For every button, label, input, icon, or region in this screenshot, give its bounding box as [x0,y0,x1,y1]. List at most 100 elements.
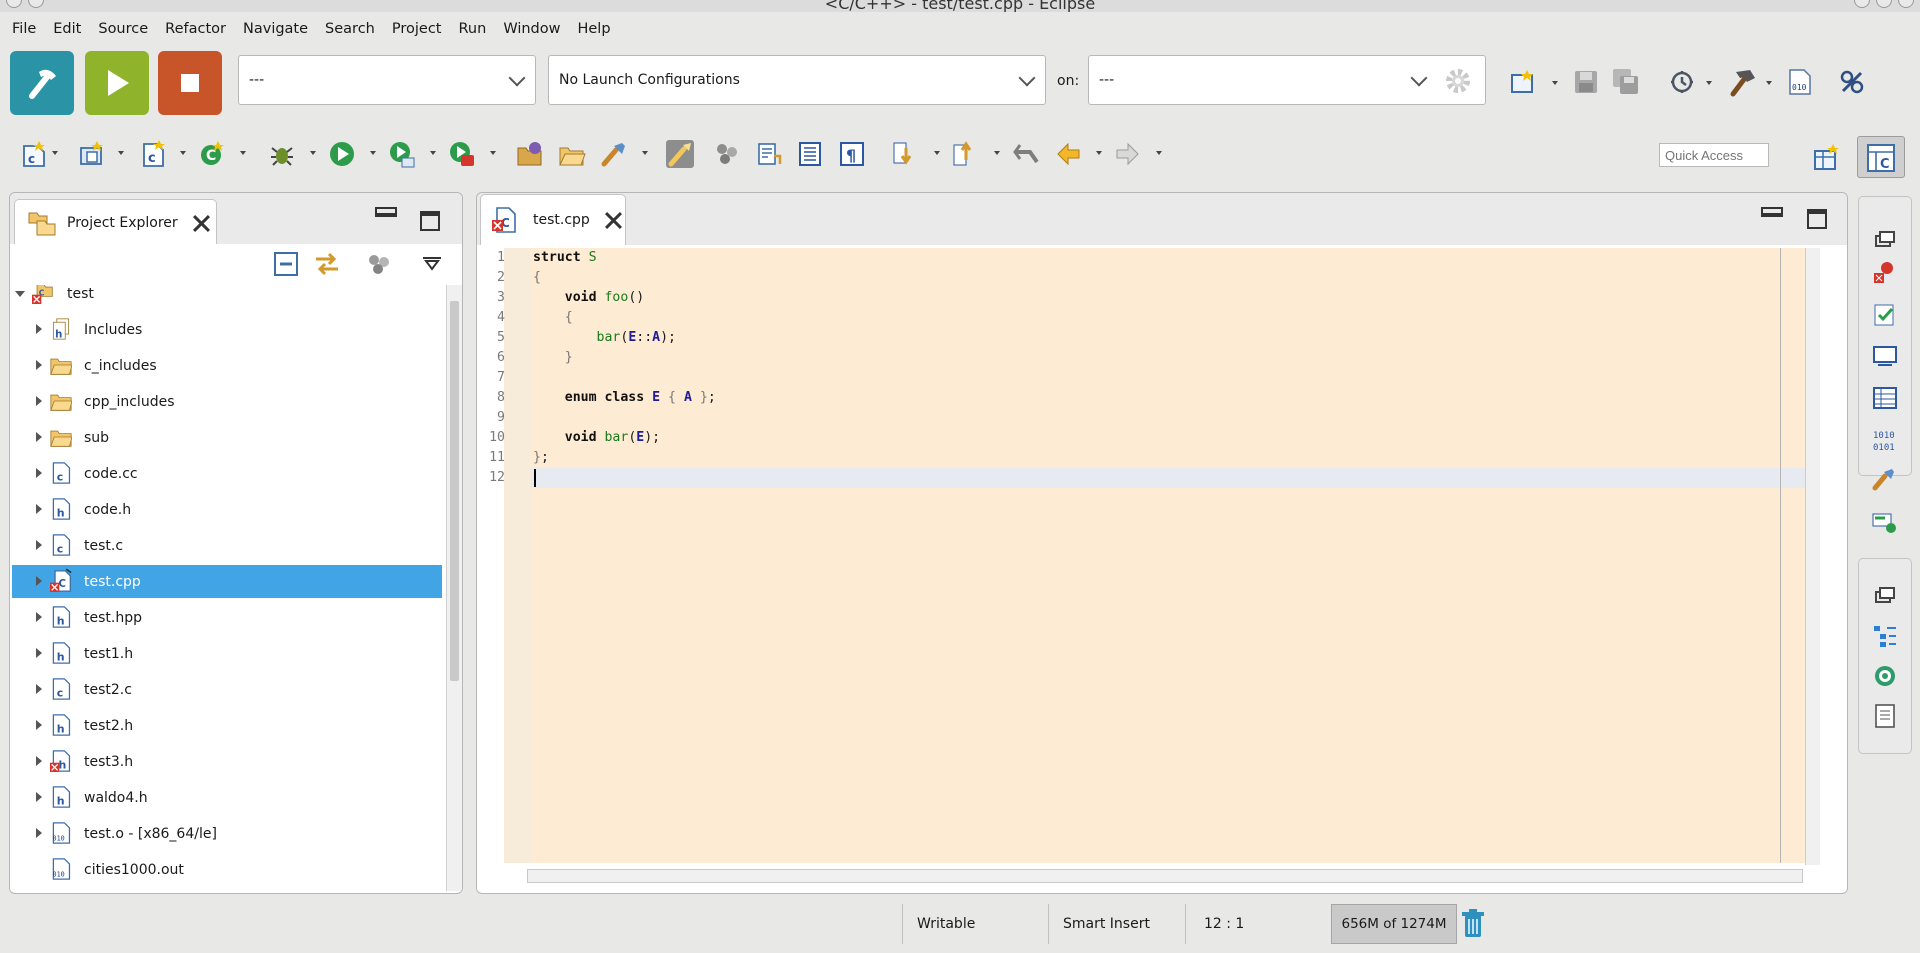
forward-icon[interactable] [1114,140,1142,168]
garbage-collect-icon[interactable] [1459,908,1487,940]
previous-annotation-icon[interactable] [950,140,978,168]
toggle-breadcrumb-icon[interactable] [714,140,742,168]
gear-icon[interactable] [1443,66,1473,96]
chevron-right-icon[interactable] [36,684,42,694]
tree-item[interactable]: h code.h [12,493,442,526]
outline-icon[interactable] [1872,623,1898,649]
launch-config-combo[interactable]: No Launch Configurations [548,55,1046,105]
binary-file-icon[interactable]: 010 [1786,68,1814,96]
chevron-right-icon[interactable] [36,396,42,406]
chevron-right-icon[interactable] [36,720,42,730]
tree-item[interactable]: h waldo4.h [12,781,442,814]
restore-icon[interactable] [1872,227,1898,253]
show-whitespace-icon[interactable]: ¶ [838,140,866,168]
include-browser-icon[interactable] [1872,663,1898,689]
new-icon[interactable] [1509,68,1537,96]
next-annotation-icon[interactable] [890,140,918,168]
properties-icon[interactable] [1872,385,1898,411]
tree-item[interactable]: c code.cc [12,457,442,490]
last-edit-location-icon[interactable] [1012,140,1040,168]
close-icon[interactable] [604,211,622,229]
editor-horizontal-scrollbar[interactable] [527,869,1803,883]
tree-item[interactable]: h test3.h [12,745,442,778]
chevron-right-icon[interactable] [36,324,42,334]
filter-icon[interactable] [366,250,394,278]
close-icon[interactable] [192,214,210,232]
run-icon[interactable] [328,140,356,168]
code-editor[interactable]: struct S{ void foo() { bar(E::A); } enum… [531,248,1805,863]
build-button[interactable] [10,51,74,115]
chevron-right-icon[interactable] [36,828,42,838]
tree-item[interactable]: h test2.h [12,709,442,742]
minimize-icon[interactable] [375,207,397,217]
menu-navigate[interactable]: Navigate [243,21,308,37]
menu-run[interactable]: Run [459,21,487,37]
block-selection-icon[interactable] [796,140,824,168]
heap-status[interactable]: 656M of 1274M [1331,904,1457,944]
breakpoints-icon[interactable] [1872,259,1898,285]
chevron-right-icon[interactable] [36,612,42,622]
chevron-right-icon[interactable] [36,792,42,802]
tab-project-explorer[interactable]: Project Explorer [14,199,217,245]
hammer-build-icon[interactable] [1724,66,1758,98]
tree-item[interactable]: h test1.h [12,637,442,670]
chevron-right-icon[interactable] [36,468,42,478]
menu-refactor[interactable]: Refactor [165,21,226,37]
tree-item[interactable]: cpp_includes [12,385,442,418]
open-type-icon[interactable] [516,140,544,168]
chevron-right-icon[interactable] [36,648,42,658]
maximize-icon[interactable] [1807,209,1827,229]
chevron-right-icon[interactable] [36,360,42,370]
tasks-icon[interactable] [1872,301,1898,327]
tree-item[interactable]: 010 test.o - [x86_64/le] [12,817,442,850]
tree-item[interactable]: sub [12,421,442,454]
new-cpp-project-icon[interactable]: c [20,140,48,168]
menu-file[interactable]: File [12,21,36,37]
tree-item[interactable]: 010 cities1000.out [12,853,442,886]
cpp-perspective-button[interactable]: C [1857,136,1905,178]
new-folder-icon[interactable] [78,140,106,168]
maximize-icon[interactable] [420,211,440,231]
back-icon[interactable] [1054,140,1082,168]
menu-source[interactable]: Source [98,21,148,37]
run-profile-icon[interactable] [388,140,416,168]
menu-help[interactable]: Help [577,21,610,37]
link-with-editor-icon[interactable] [1838,68,1866,96]
open-perspective-icon[interactable] [1812,143,1842,173]
tree-item[interactable]: c_includes [12,349,442,382]
search-flashlight-icon[interactable] [600,140,628,168]
view-menu-icon[interactable] [422,256,442,272]
launch-target-combo[interactable]: --- [1088,55,1486,105]
open-folder-icon[interactable] [558,140,586,168]
tab-test-cpp[interactable]: C test.cpp [480,194,626,245]
quick-access-input[interactable] [1659,143,1769,167]
chevron-right-icon[interactable] [36,504,42,514]
save-all-icon[interactable] [1612,68,1640,96]
menu-search[interactable]: Search [325,21,375,37]
chevron-right-icon[interactable] [36,432,42,442]
restore-icon[interactable] [1872,583,1898,609]
progress-icon[interactable] [1871,508,1897,534]
stop-button[interactable] [158,51,222,115]
chevron-right-icon[interactable] [36,576,42,586]
tree-item[interactable]: h Includes [12,313,442,346]
menu-window[interactable]: Window [503,21,560,37]
project-tree-scrollbar[interactable] [446,285,462,891]
launch-run-button[interactable] [85,51,149,115]
link-editor-icon[interactable] [312,250,342,278]
tree-item[interactable]: c test2.c [12,673,442,706]
collapse-all-icon[interactable] [272,250,300,278]
external-tools-icon[interactable] [448,140,476,168]
search-view-icon[interactable] [1871,466,1897,492]
menu-project[interactable]: Project [392,21,442,37]
new-source-file-icon[interactable]: c [140,140,168,168]
tree-item[interactable]: Ctest [12,285,442,310]
chevron-right-icon[interactable] [36,756,42,766]
mark-occurrences-icon[interactable] [666,140,694,168]
tree-item[interactable]: c test.c [12,529,442,562]
minimize-icon[interactable] [1761,207,1783,217]
save-icon[interactable] [1572,68,1600,96]
launch-mode-combo[interactable]: --- [238,55,536,105]
console-icon[interactable] [1872,343,1898,369]
editor-vertical-scrollbar[interactable] [1805,248,1820,865]
